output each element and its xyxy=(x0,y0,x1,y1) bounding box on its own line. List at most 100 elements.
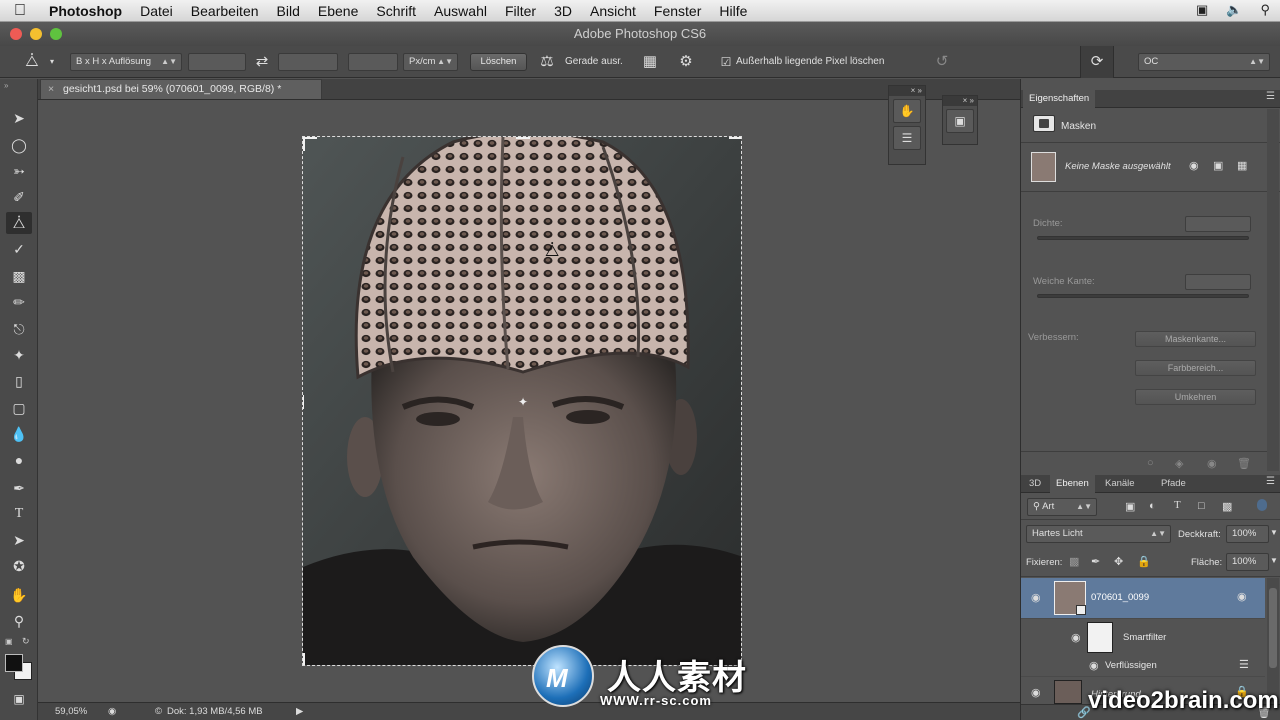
apply-mask-icon[interactable]: ◈ xyxy=(1175,457,1183,470)
screen-icon[interactable]: ▣ xyxy=(1196,2,1208,18)
ratio-select[interactable]: B x H x Auflösung ▲▼ xyxy=(70,53,182,71)
menu-bearbeiten[interactable]: Bearbeiten xyxy=(182,3,268,19)
spotlight-search-icon[interactable]: ⚲ xyxy=(1260,2,1270,18)
menu-auswahl[interactable]: Auswahl xyxy=(425,3,496,19)
minimize-window-button[interactable] xyxy=(30,28,42,40)
foreground-color-swatch[interactable] xyxy=(5,654,23,672)
menu-ebene[interactable]: Ebene xyxy=(309,3,367,19)
preset-dropdown-icon[interactable]: ▾ xyxy=(42,52,62,72)
custom-shape-tool-icon[interactable]: ✪ xyxy=(6,555,32,577)
tab-ebenen[interactable]: Ebenen xyxy=(1050,475,1095,493)
delete-cropped-label[interactable]: Außerhalb liegende Pixel löschen xyxy=(736,56,884,67)
straighten-label[interactable]: Gerade ausr. xyxy=(565,56,623,67)
filter-adjustment-icon[interactable]: ◐ xyxy=(1149,500,1156,512)
default-colors-icon[interactable]: ▣ xyxy=(5,637,13,646)
history-brush-tool-icon[interactable]: ✦ xyxy=(6,344,32,366)
quick-selection-tool-icon[interactable]: ✐ xyxy=(6,186,32,208)
add-mask-plus-icon[interactable]: ▦ xyxy=(1237,159,1247,172)
lock-position-icon[interactable]: ✥ xyxy=(1114,555,1123,568)
history-brush-icon[interactable]: ⟳ xyxy=(1087,52,1107,72)
menu-app-name[interactable]: Photoshop xyxy=(40,3,131,19)
eraser-tool-icon[interactable]: ▯ xyxy=(6,370,32,392)
filter-smart-object-icon[interactable]: ▩ xyxy=(1222,500,1232,513)
tab-3d[interactable]: 3D xyxy=(1023,475,1047,493)
feather-input[interactable] xyxy=(1185,274,1251,290)
mini-panel-close-icon[interactable]: × » xyxy=(943,96,977,106)
swap-dimensions-icon[interactable]: ⇄ xyxy=(252,52,272,72)
menu-fenster[interactable]: Fenster xyxy=(645,3,710,19)
status-expand-icon[interactable]: ▶ xyxy=(296,703,303,720)
color-range-button[interactable]: Farbbereich... xyxy=(1135,360,1256,376)
delete-cropped-checkbox[interactable]: ☑ xyxy=(716,52,736,72)
visibility-eye-icon[interactable]: ◉ xyxy=(1089,659,1099,672)
menu-hilfe[interactable]: Hilfe xyxy=(710,3,756,19)
gradient-tool-icon[interactable]: ▢ xyxy=(6,397,32,419)
density-input[interactable] xyxy=(1185,216,1251,232)
adjustments-icon[interactable]: ☰ xyxy=(893,126,921,150)
brush-tool-icon[interactable]: ✏ xyxy=(6,291,32,313)
dodge-tool-icon[interactable]: ● xyxy=(6,449,32,471)
visibility-eye-icon[interactable]: ◉ xyxy=(1031,686,1041,699)
document-tab[interactable]: × gesicht1.psd bei 59% (070601_0099, RGB… xyxy=(40,79,322,99)
document-canvas-photo[interactable]: ✦ xyxy=(302,136,742,666)
close-tab-icon[interactable]: × xyxy=(48,80,54,99)
resolution-input[interactable] xyxy=(348,53,398,71)
clone-source-icon[interactable]: ▣ xyxy=(946,109,974,133)
layer-name[interactable]: Smartfilter xyxy=(1123,632,1166,643)
layer-row[interactable]: ◉ Smartfilter xyxy=(1021,618,1265,656)
blur-tool-icon[interactable]: 💧 xyxy=(6,423,32,445)
width-input[interactable] xyxy=(188,53,246,71)
menu-3d[interactable]: 3D xyxy=(545,3,581,19)
layer-filter-kind-select[interactable]: ⚲ Art ▲▼ xyxy=(1027,498,1097,516)
clone-stamp-tool-icon[interactable]: ⎋ xyxy=(6,318,32,340)
visibility-eye-icon[interactable]: ◉ xyxy=(1031,591,1041,604)
zoom-tool-icon[interactable]: ⚲ xyxy=(6,610,32,632)
type-tool-icon[interactable]: T xyxy=(6,503,32,525)
fill-input[interactable]: 100% xyxy=(1226,553,1269,571)
eyedropper-tool-icon[interactable]: ✓ xyxy=(6,238,32,260)
workspace-select[interactable]: OC ▲▼ xyxy=(1138,53,1270,71)
pen-tool-icon[interactable]: ✒ xyxy=(6,477,32,499)
filter-shape-icon[interactable]: □ xyxy=(1198,500,1205,512)
feather-slider[interactable] xyxy=(1037,294,1249,298)
tab-kanaele[interactable]: Kanäle xyxy=(1099,475,1141,493)
tab-pfade[interactable]: Pfade xyxy=(1155,475,1192,493)
panel-menu-icon[interactable]: ☰ xyxy=(1266,91,1275,102)
swap-colors-icon[interactable]: ↻ xyxy=(22,636,30,647)
smart-filter-mask-thumbnail[interactable] xyxy=(1087,622,1113,653)
menu-schrift[interactable]: Schrift xyxy=(367,3,425,19)
layer-row[interactable]: ◉ Verflüssigen ☰ xyxy=(1021,656,1265,676)
crop-tool-icon[interactable]: ⧊ xyxy=(6,212,32,234)
elliptical-marquee-tool-icon[interactable]: ◯ xyxy=(6,134,32,156)
density-slider[interactable] xyxy=(1037,236,1249,240)
apple-icon[interactable]:  xyxy=(0,2,40,20)
menu-filter[interactable]: Filter xyxy=(496,3,545,19)
move-tool-icon[interactable]: ➤ xyxy=(6,107,32,129)
add-vector-mask-icon[interactable]: ▣ xyxy=(1213,159,1223,172)
mask-edge-button[interactable]: Maskenkante... xyxy=(1135,331,1256,347)
panel-menu-icon[interactable]: ☰ xyxy=(1266,476,1275,487)
load-selection-icon[interactable]: ○ xyxy=(1147,457,1154,469)
settings-gear-icon[interactable]: ⚙ xyxy=(676,52,696,72)
filter-toggle[interactable] xyxy=(1257,499,1267,511)
lock-pixels-icon[interactable]: ✒ xyxy=(1091,555,1100,568)
zoom-level[interactable]: 59,05% xyxy=(55,703,87,720)
filter-blending-options-icon[interactable]: ☰ xyxy=(1239,658,1249,671)
zoom-window-button[interactable] xyxy=(50,28,62,40)
status-menu-icon[interactable]: ◉ xyxy=(108,703,116,720)
path-selection-tool-icon[interactable]: ➤ xyxy=(6,529,32,551)
tab-eigenschaften[interactable]: Eigenschaften xyxy=(1023,90,1096,108)
visibility-eye-icon[interactable]: ◉ xyxy=(1071,631,1081,644)
layer-row[interactable]: ◉ 070601_0099 ◉ xyxy=(1021,578,1265,618)
unit-select[interactable]: Px/cm ▲▼ xyxy=(403,53,458,71)
lock-transparency-icon[interactable]: ▩ xyxy=(1069,555,1079,568)
lasso-tool-icon[interactable]: ➳ xyxy=(6,160,32,182)
opacity-input[interactable]: 100% xyxy=(1226,525,1269,543)
filter-type-icon[interactable]: T xyxy=(1174,499,1181,511)
tool-presets-icon[interactable]: ✋ xyxy=(893,99,921,123)
menu-ansicht[interactable]: Ansicht xyxy=(581,3,645,19)
volume-icon[interactable]: 🔈 xyxy=(1226,2,1242,18)
opacity-dropdown-icon[interactable]: ▼ xyxy=(1270,528,1278,537)
layer-name[interactable]: Verflüssigen xyxy=(1105,660,1157,671)
healing-brush-tool-icon[interactable]: ▩ xyxy=(6,265,32,287)
